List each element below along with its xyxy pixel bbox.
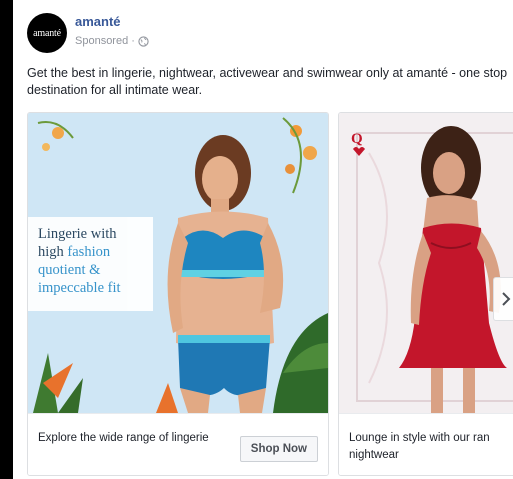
carousel-card-nightwear[interactable]: Q Lounge in style with our ran nightwear bbox=[338, 112, 513, 476]
avatar[interactable]: amanté bbox=[27, 13, 67, 53]
overlay-line-1: Lingerie with bbox=[38, 226, 117, 242]
overlay-line-3: quotient & bbox=[38, 262, 101, 278]
card-footer: Lounge in style with our ran nightwear bbox=[339, 413, 513, 475]
shop-now-button[interactable]: Shop Now bbox=[239, 436, 318, 462]
page-name-link[interactable]: amanté bbox=[75, 14, 121, 29]
ad-carousel: Lingerie with high fashion quotient & im… bbox=[13, 112, 513, 479]
chevron-right-icon bbox=[502, 292, 511, 306]
post-header: amanté amanté Sponsored · bbox=[13, 0, 513, 60]
card-title[interactable]: Explore the wide range of lingerie bbox=[38, 430, 213, 447]
carousel-next-button[interactable] bbox=[493, 277, 513, 321]
post-meta: Sponsored · bbox=[75, 35, 149, 47]
overlay-line-2a: high bbox=[38, 244, 64, 260]
nightwear-model-image[interactable]: Q bbox=[339, 113, 513, 413]
post-caption: Get the best in lingerie, nightwear, act… bbox=[27, 66, 508, 97]
card-footer: Explore the wide range of lingerie Shop … bbox=[28, 413, 328, 475]
globe-icon[interactable] bbox=[138, 35, 149, 47]
card-title[interactable]: Lounge in style with our ran nightwear bbox=[349, 430, 513, 464]
overlay-line-2b: fashion bbox=[67, 244, 111, 260]
headline-overlay: Lingerie with high fashion quotient & im… bbox=[28, 217, 153, 311]
carousel-card-lingerie[interactable]: Lingerie with high fashion quotient & im… bbox=[27, 112, 329, 476]
sponsored-label[interactable]: Sponsored · bbox=[75, 35, 135, 47]
overlay-line-4: impeccable fit bbox=[38, 280, 121, 296]
svg-text:Q: Q bbox=[351, 131, 363, 147]
sponsored-post: amanté amanté Sponsored · Get the best i… bbox=[13, 0, 513, 479]
